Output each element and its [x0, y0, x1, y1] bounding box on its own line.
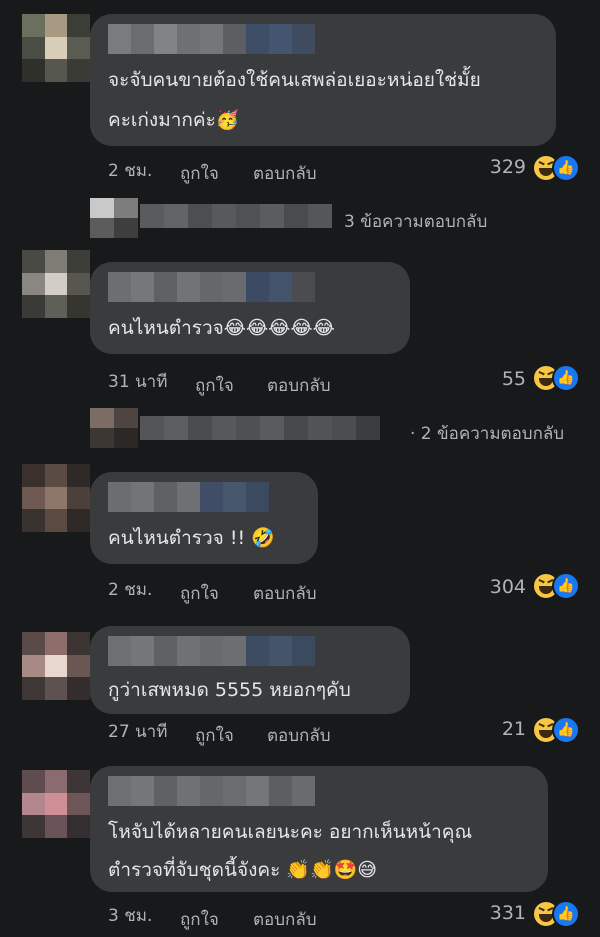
reaction-count[interactable]: 55 — [470, 368, 526, 390]
like-reaction-icon: 👍 — [552, 716, 580, 744]
reaction-icons[interactable]: 👍 — [532, 900, 580, 928]
reply-button[interactable]: ตอบกลับ — [253, 580, 317, 607]
reaction-icons[interactable]: 👍 — [532, 572, 580, 600]
reaction-count[interactable]: 304 — [470, 576, 526, 598]
avatar[interactable] — [22, 14, 90, 82]
comment-text-line: โหจับได้หลายคนเลยนะคะ อยากเห็นหน้าคุณ — [108, 821, 473, 843]
comment-bubble: กูว่าเสพหมด 5555 หยอกๆคับ — [90, 626, 410, 714]
like-button[interactable]: ถูกใจ — [180, 160, 219, 187]
comment-text-line: คนไหนตำรวจ !! 🤣 — [108, 527, 275, 549]
comment-timestamp[interactable]: 2 ชม. — [108, 157, 152, 184]
like-reaction-icon: 👍 — [552, 364, 580, 392]
comment-bubble: คนไหนตำรวจ !! 🤣 — [90, 472, 318, 564]
comment-timestamp[interactable]: 31 นาที — [108, 368, 167, 395]
reply-button[interactable]: ตอบกลับ — [253, 906, 317, 933]
reaction-count[interactable]: 21 — [470, 718, 526, 740]
reply-avatar — [90, 408, 138, 448]
reaction-icons[interactable]: 👍 — [532, 364, 580, 392]
like-button[interactable]: ถูกใจ — [195, 372, 234, 399]
avatar[interactable] — [22, 464, 90, 532]
avatar[interactable] — [22, 770, 90, 838]
view-replies-link[interactable]: 3 ข้อความตอบกลับ — [344, 208, 487, 235]
comment-text-line: คนไหนตำรวจ😂😂😂😂😂 — [108, 317, 335, 339]
commenter-name-blurred[interactable] — [108, 272, 315, 302]
comment-bubble: คนไหนตำรวจ😂😂😂😂😂 — [90, 262, 410, 354]
reply-name-blurred — [140, 204, 332, 228]
reaction-count[interactable]: 331 — [470, 902, 526, 924]
reaction-icons[interactable]: 👍 — [532, 716, 580, 744]
reaction-count[interactable]: 329 — [470, 156, 526, 178]
reply-button[interactable]: ตอบกลับ — [267, 372, 331, 399]
comment-text-line: ตำรวจที่จับชุดนี้จังคะ 👏👏🤩😅 — [108, 859, 378, 881]
like-reaction-icon: 👍 — [552, 572, 580, 600]
like-reaction-icon: 👍 — [552, 154, 580, 182]
comment-bubble: จะจับคนขายต้องใช้คนเสพล่อเยอะหน่อยใช่มั้… — [90, 14, 556, 146]
comment-timestamp[interactable]: 3 ชม. — [108, 902, 152, 929]
reply-name-blurred — [140, 416, 380, 440]
reply-avatar — [90, 198, 138, 238]
reply-button[interactable]: ตอบกลับ — [267, 722, 331, 749]
avatar[interactable] — [22, 250, 90, 318]
comment-text-line: คะเก่งมากค่ะ🥳 — [108, 109, 240, 131]
comment-timestamp[interactable]: 2 ชม. — [108, 576, 152, 603]
commenter-name-blurred[interactable] — [108, 776, 315, 806]
commenter-name-blurred[interactable] — [108, 482, 269, 512]
like-button[interactable]: ถูกใจ — [195, 722, 234, 749]
comment-text-line: กูว่าเสพหมด 5555 หยอกๆคับ — [108, 679, 351, 701]
commenter-name-blurred[interactable] — [108, 24, 315, 54]
reaction-icons[interactable]: 👍 — [532, 154, 580, 182]
like-button[interactable]: ถูกใจ — [180, 906, 219, 933]
reply-button[interactable]: ตอบกลับ — [253, 160, 317, 187]
comment-text-line: จะจับคนขายต้องใช้คนเสพล่อเยอะหน่อยใช่มั้… — [108, 69, 481, 91]
view-replies-link[interactable]: · 2 ข้อความตอบกลับ — [410, 420, 564, 447]
like-button[interactable]: ถูกใจ — [180, 580, 219, 607]
comment-timestamp[interactable]: 27 นาที — [108, 718, 167, 745]
comment-bubble: โหจับได้หลายคนเลยนะคะ อยากเห็นหน้าคุณ ตำ… — [90, 766, 548, 892]
like-reaction-icon: 👍 — [552, 900, 580, 928]
commenter-name-blurred[interactable] — [108, 636, 315, 666]
avatar[interactable] — [22, 632, 90, 700]
